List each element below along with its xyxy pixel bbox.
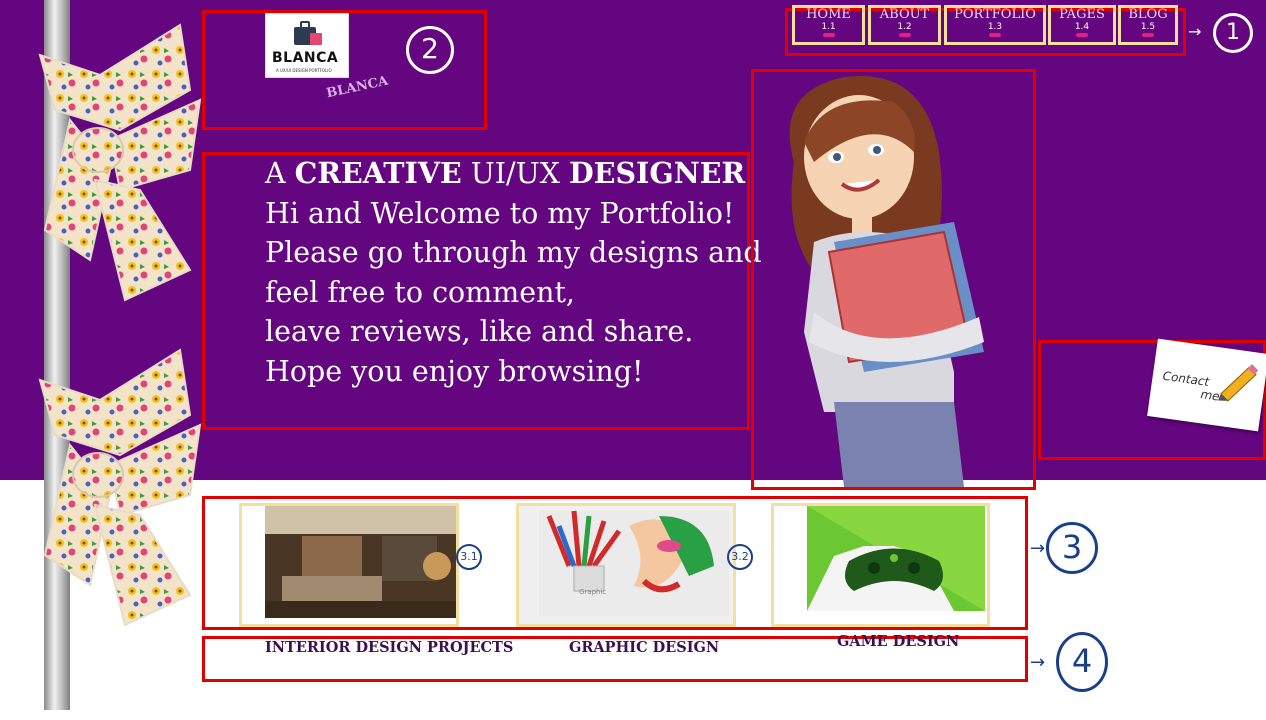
graphic-art: Graphic bbox=[519, 506, 733, 624]
intro-line-enjoy: Hope you enjoy browsing! bbox=[265, 354, 644, 388]
intro-text: A CREATIVE UI/UX DESIGNER Hi and Welcome… bbox=[265, 154, 762, 391]
nav-pages[interactable]: PAGES 1.4 bbox=[1048, 5, 1116, 45]
nav-portfolio[interactable]: PORTFOLIO 1.3 bbox=[944, 5, 1046, 45]
thumbnails-annotation-arrow: → bbox=[1030, 538, 1046, 559]
game-controller-art bbox=[774, 506, 987, 624]
thumbnail-annotation-3-2: 3.2 bbox=[727, 544, 753, 570]
nav-blog-number: 1.5 bbox=[1121, 23, 1175, 39]
briefcase-icon bbox=[294, 21, 322, 45]
captions-annotation-arrow: → bbox=[1030, 652, 1046, 673]
nav-pages-number: 1.4 bbox=[1051, 23, 1113, 39]
interior-photo bbox=[242, 506, 456, 624]
nav-home[interactable]: HOME 1.1 bbox=[792, 5, 865, 45]
graphic-label: Graphic bbox=[579, 588, 606, 596]
intro-line-comment: feel free to comment, bbox=[265, 275, 575, 309]
logo[interactable]: BLANCA A UX/UI DESIGN PORTFOLIO bbox=[265, 13, 349, 78]
caption-graphic-design[interactable]: GRAPHIC DESIGN bbox=[569, 639, 719, 656]
logo-annotation-number: 2 bbox=[406, 26, 454, 74]
thumbnail-graphic-design[interactable]: Graphic bbox=[516, 503, 736, 627]
logo-tagline: A UX/UI DESIGN PORTFOLIO bbox=[276, 68, 332, 73]
nav-about-number: 1.2 bbox=[871, 23, 938, 39]
nav-annotation-number: 1 bbox=[1213, 13, 1253, 53]
pencil-icon bbox=[1217, 364, 1259, 402]
ribbon-bow-bottom bbox=[38, 348, 202, 627]
thumbnail-game-design[interactable] bbox=[771, 503, 990, 627]
captions-annotation-number: 4 bbox=[1056, 632, 1108, 692]
thumbnail-annotation-3-1: 3.1 bbox=[456, 544, 482, 570]
character-illustration bbox=[789, 75, 984, 487]
intro-line-welcome: Hi and Welcome to my Portfolio! bbox=[265, 196, 735, 230]
nav-blog[interactable]: BLOG 1.5 bbox=[1118, 5, 1178, 45]
caption-game-design[interactable]: GAME DESIGN bbox=[837, 633, 959, 650]
caption-interior-design[interactable]: INTERIOR DESIGN PROJECTS bbox=[265, 639, 513, 656]
intro-headline: A CREATIVE UI/UX DESIGNER bbox=[265, 156, 746, 190]
ribbon-bow-top bbox=[38, 23, 202, 302]
nav-about[interactable]: ABOUT 1.2 bbox=[868, 5, 941, 45]
intro-line-designs: Please go through my designs and bbox=[265, 236, 762, 269]
logo-word: BLANCA bbox=[272, 50, 339, 66]
nav-annotation-arrow: → bbox=[1188, 22, 1202, 41]
thumbnails-annotation-number: 3 bbox=[1046, 522, 1098, 574]
thumbnail-interior-design[interactable] bbox=[239, 503, 459, 627]
character-illustration-box bbox=[751, 69, 1036, 490]
contact-me-card[interactable]: Contact me bbox=[1147, 338, 1266, 432]
nav-home-number: 1.1 bbox=[795, 23, 862, 39]
nav-portfolio-number: 1.3 bbox=[947, 23, 1043, 39]
intro-line-reviews: leave reviews, like and share. bbox=[265, 315, 694, 348]
